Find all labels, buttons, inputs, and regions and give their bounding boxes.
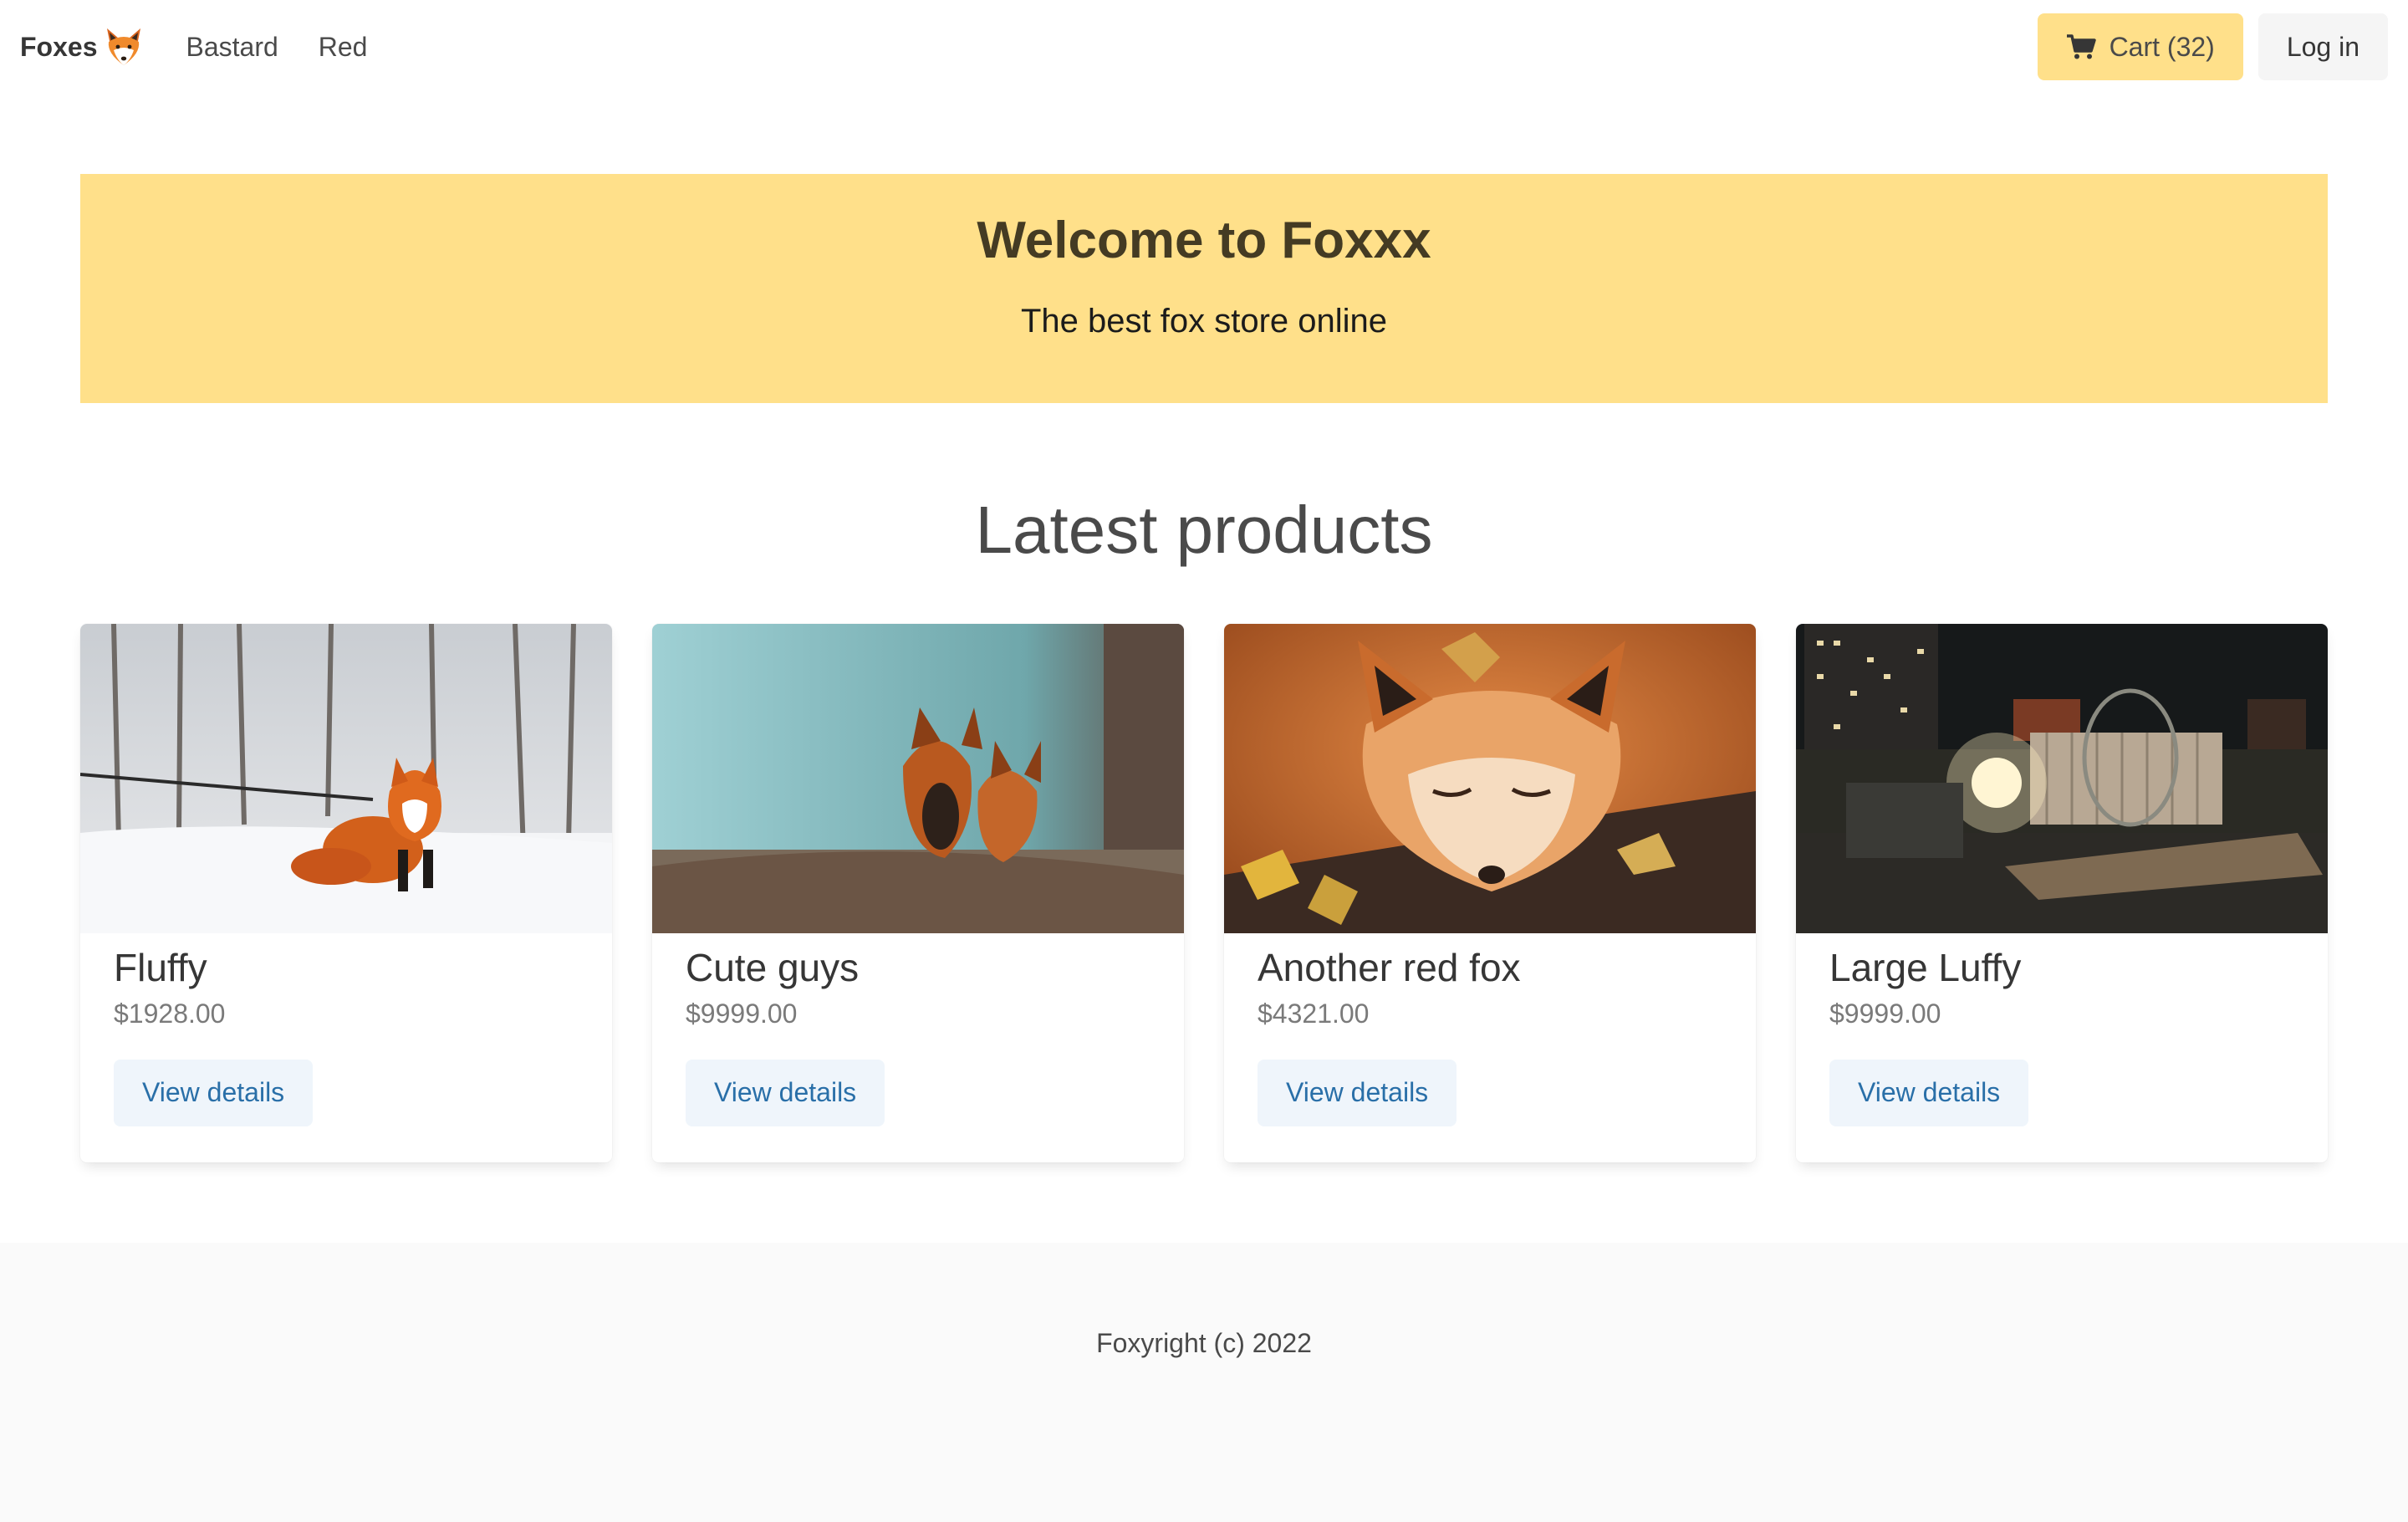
- hero-subtitle: The best fox store online: [1020, 303, 1388, 340]
- hero-banner: Welcome to Foxxx The best fox store onli…: [80, 174, 2328, 403]
- brand-link[interactable]: Foxes: [20, 25, 145, 69]
- product-price: $4321.00: [1258, 998, 1370, 1029]
- navbar: Foxes Bastard Red Cart (32) Log in: [0, 0, 2408, 94]
- footer: Foxyright (c) 2022: [0, 1243, 2408, 1522]
- product-card: Fluffy $1928.00 View details: [80, 624, 612, 1162]
- products-heading: Latest products: [975, 493, 1433, 567]
- product-grid: Fluffy $1928.00 View details Cute guys $…: [80, 624, 2328, 1162]
- page: Foxes Bastard Red Cart (32) Log in Welco…: [0, 0, 2408, 1522]
- product-name: Cute guys: [686, 946, 860, 989]
- hero-title: Welcome to Foxxx: [977, 212, 1431, 269]
- product-name: Large Luffy: [1829, 946, 2022, 989]
- product-price: $1928.00: [114, 998, 226, 1029]
- fox-cubs-photo[interactable]: [652, 624, 1184, 933]
- view-details-button[interactable]: View details: [1829, 1059, 2029, 1126]
- product-card: Another red fox $4321.00 View details: [1224, 624, 1756, 1162]
- product-card: Large Luffy $9999.00 View details: [1796, 624, 2328, 1162]
- product-card-body: Cute guys $9999.00 View details: [652, 933, 1184, 1126]
- footer-copyright: Foxyright (c) 2022: [1096, 1328, 1312, 1358]
- product-name: Another red fox: [1258, 946, 1521, 989]
- brand-name: Foxes: [20, 31, 98, 62]
- cart-label: Cart (32): [2109, 31, 2215, 62]
- fox-face-icon: [107, 28, 141, 65]
- fox-in-snow-photo[interactable]: [80, 624, 612, 933]
- product-card: Cute guys $9999.00 View details: [652, 624, 1184, 1162]
- view-details-button[interactable]: View details: [1258, 1059, 1457, 1126]
- cart-button[interactable]: Cart (32): [2037, 13, 2243, 80]
- night-patio-photo[interactable]: [1796, 624, 2328, 933]
- product-card-body: Large Luffy $9999.00 View details: [1796, 933, 2328, 1126]
- login-button[interactable]: Log in: [2258, 13, 2388, 80]
- product-price: $9999.00: [1829, 998, 1941, 1029]
- nav-link-red[interactable]: Red: [298, 32, 388, 63]
- product-price: $9999.00: [686, 998, 798, 1029]
- product-card-body: Fluffy $1928.00 View details: [80, 933, 612, 1126]
- shopping-cart-icon: [2066, 34, 2096, 59]
- navbar-actions: Cart (32) Log in: [2037, 13, 2388, 80]
- view-details-button[interactable]: View details: [114, 1059, 314, 1126]
- sleeping-fox-photo[interactable]: [1224, 624, 1756, 933]
- product-card-body: Another red fox $4321.00 View details: [1224, 933, 1756, 1126]
- product-name: Fluffy: [114, 946, 207, 989]
- view-details-button[interactable]: View details: [686, 1059, 885, 1126]
- nav-link-bastard[interactable]: Bastard: [166, 32, 298, 63]
